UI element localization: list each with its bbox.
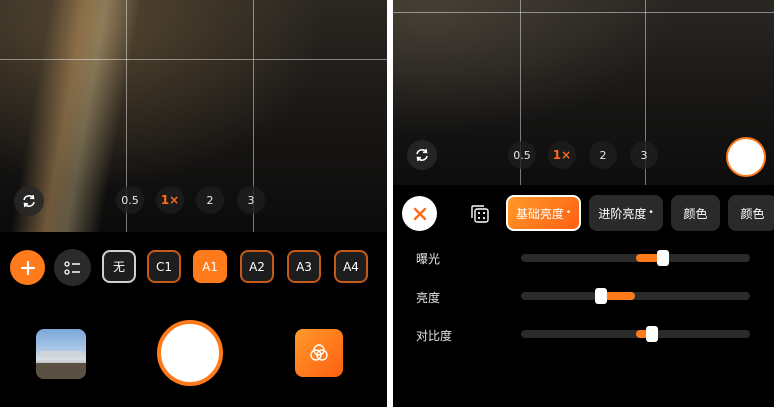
preset-list-button[interactable] xyxy=(54,249,91,286)
slider-handle[interactable] xyxy=(645,326,658,342)
grid-line xyxy=(393,12,774,13)
add-preset-button[interactable] xyxy=(10,250,45,285)
tab-color-2[interactable]: 颜色 xyxy=(728,195,774,231)
checklist-icon xyxy=(63,260,80,275)
zoom-1x-button[interactable]: 1× xyxy=(548,141,576,169)
zoom-3x-button[interactable]: 3 xyxy=(237,186,265,214)
dice-icon xyxy=(471,205,489,223)
zoom-2x-button[interactable]: 2 xyxy=(589,141,617,169)
zoom-2x-button[interactable]: 2 xyxy=(196,186,224,214)
slider-handle[interactable] xyxy=(595,288,608,304)
gallery-thumbnail[interactable] xyxy=(36,329,86,379)
rotate-camera-button[interactable] xyxy=(407,140,437,170)
camera-screen-adjust: 0.5 1× 2 3 基础亮度 • 进阶亮度 • 颜色 颜色 曝光 亮度 对比度 xyxy=(393,0,774,407)
exposure-slider[interactable] xyxy=(521,250,750,266)
tab-advanced-brightness[interactable]: 进阶亮度 • xyxy=(589,195,663,231)
tab-dot: • xyxy=(565,208,572,218)
filter-button[interactable] xyxy=(295,329,343,377)
preset-chip-a3[interactable]: A3 xyxy=(287,250,321,283)
tab-label: 基础亮度 xyxy=(515,206,564,221)
zoom-3x-button[interactable]: 3 xyxy=(630,141,658,169)
slider-label-brightness: 亮度 xyxy=(416,291,441,305)
grid-line xyxy=(0,59,387,60)
tab-basic-brightness[interactable]: 基础亮度 • xyxy=(506,195,581,231)
random-button[interactable] xyxy=(469,203,491,225)
preset-chip-a1[interactable]: A1 xyxy=(193,250,227,283)
close-icon xyxy=(413,207,426,220)
tab-dot: • xyxy=(648,208,654,218)
shutter-button[interactable] xyxy=(157,320,223,386)
plus-icon xyxy=(20,260,35,275)
rotate-camera-icon xyxy=(416,148,428,162)
preset-chip-c1[interactable]: C1 xyxy=(147,250,181,283)
shutter-button[interactable] xyxy=(726,137,766,177)
preset-chip-a2[interactable]: A2 xyxy=(240,250,274,283)
slider-handle[interactable] xyxy=(656,250,669,266)
thumbnail-foreground xyxy=(36,363,86,379)
rotate-camera-button[interactable] xyxy=(14,186,44,216)
rotate-camera-icon xyxy=(23,194,35,208)
tab-label: 颜色 xyxy=(683,206,708,221)
thumbnail-skyline xyxy=(40,351,82,357)
zoom-1x-button[interactable]: 1× xyxy=(156,186,184,214)
contrast-slider[interactable] xyxy=(521,326,750,342)
close-button[interactable] xyxy=(402,196,437,231)
preset-chip-a4[interactable]: A4 xyxy=(334,250,368,283)
brightness-slider[interactable] xyxy=(521,288,750,304)
tab-color[interactable]: 颜色 xyxy=(671,195,720,231)
tab-label: 颜色 xyxy=(740,206,765,221)
viewfinder[interactable] xyxy=(0,0,387,232)
camera-screen-presets: 0.5 1× 2 3 无 C1 A1 A2 A3 A4 xyxy=(0,0,387,407)
filter-overlap-icon xyxy=(310,344,328,361)
slider-label-contrast: 对比度 xyxy=(416,329,453,343)
zoom-0.5-button[interactable]: 0.5 xyxy=(508,141,536,169)
viewfinder[interactable] xyxy=(393,0,774,185)
slider-label-exposure: 曝光 xyxy=(416,252,441,266)
zoom-0.5-button[interactable]: 0.5 xyxy=(116,186,144,214)
tab-label: 进阶亮度 xyxy=(598,206,647,221)
preset-chip-none[interactable]: 无 xyxy=(102,250,136,283)
